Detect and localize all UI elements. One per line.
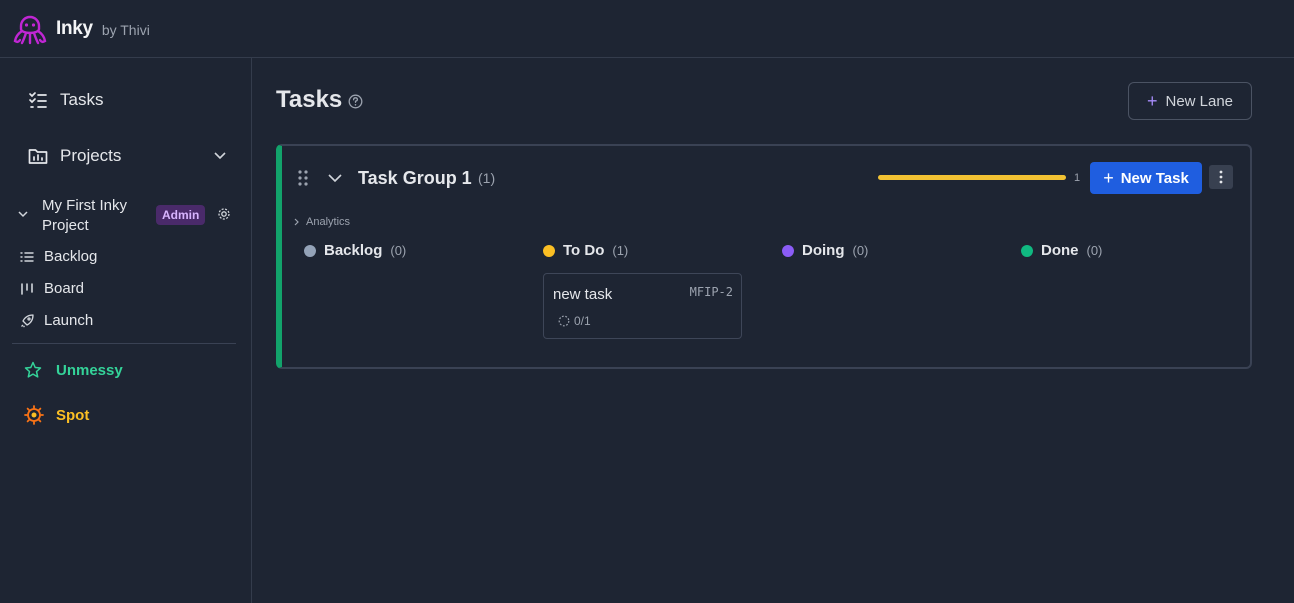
task-group-count: (1) xyxy=(478,170,496,186)
main-content: Tasks + New Lane Task Group 1 (1) 1 + Ne… xyxy=(252,58,1294,603)
task-group-progress-label: 1 xyxy=(1074,172,1081,184)
top-bar: Inky by Thivi xyxy=(0,0,1294,58)
app-author: by Thivi xyxy=(101,21,150,38)
column-header-todo: To Do (1) xyxy=(543,242,628,259)
column-header-done: Done (0) xyxy=(1021,242,1102,259)
task-group-title[interactable]: Task Group 1 xyxy=(358,168,472,189)
octopus-logo-icon[interactable] xyxy=(12,11,48,47)
column-header-doing: Doing (0) xyxy=(782,242,868,259)
chevron-right-icon xyxy=(294,218,299,226)
new-lane-button[interactable]: + New Lane xyxy=(1128,82,1252,120)
sidebar: Tasks Projects My First Inky Project Adm… xyxy=(0,58,252,603)
subtask-progress: 0/1 xyxy=(558,314,591,328)
new-task-button[interactable]: + New Task xyxy=(1090,162,1202,194)
page-title: Tasks xyxy=(276,86,363,114)
checklist-icon xyxy=(29,92,47,108)
status-dot xyxy=(304,244,316,257)
folder-chart-icon xyxy=(28,149,48,164)
column-header-backlog: Backlog (0) xyxy=(304,242,406,259)
sidebar-item-projects[interactable]: Projects xyxy=(28,146,228,166)
app-name[interactable]: Inky xyxy=(56,18,93,40)
project-name[interactable]: My First Inky Project xyxy=(42,196,127,236)
project-row[interactable]: My First Inky Project Admin xyxy=(16,196,236,236)
sidebar-item-board[interactable]: Board xyxy=(20,280,84,297)
sidebar-item-tasks[interactable]: Tasks xyxy=(28,90,103,110)
gear-icon[interactable] xyxy=(217,207,231,221)
task-group-header: Task Group 1 (1) 1 + New Task xyxy=(282,146,1250,208)
loading-circle-icon xyxy=(558,315,570,327)
plus-icon: + xyxy=(1146,90,1158,111)
sidebar-item-launch[interactable]: Launch xyxy=(20,312,93,329)
chevron-down-icon[interactable] xyxy=(328,174,342,183)
sidebar-item-label: Projects xyxy=(60,146,122,165)
list-icon xyxy=(20,251,34,262)
sidebar-app-unmessy[interactable]: Unmessy xyxy=(24,361,123,379)
task-group-progress-bar xyxy=(878,175,1066,180)
status-dot xyxy=(543,244,555,257)
help-icon[interactable] xyxy=(348,94,363,109)
star-icon xyxy=(24,361,42,378)
task-card-title: new task xyxy=(553,286,613,303)
analytics-toggle[interactable]: Analytics xyxy=(294,216,350,228)
admin-badge: Admin xyxy=(156,205,206,225)
board-icon xyxy=(21,282,33,295)
rocket-icon xyxy=(21,313,34,327)
task-card-id: MFIP-2 xyxy=(689,285,733,299)
sidebar-item-backlog[interactable]: Backlog xyxy=(20,248,97,265)
chevron-down-icon[interactable] xyxy=(18,211,28,218)
chevron-down-icon[interactable] xyxy=(214,152,226,160)
sidebar-item-label: Tasks xyxy=(60,90,104,109)
sidebar-app-spot[interactable]: Spot xyxy=(24,405,89,425)
kebab-menu-icon xyxy=(1219,170,1223,184)
more-options-button[interactable] xyxy=(1209,165,1233,189)
sun-target-icon xyxy=(24,405,44,425)
sidebar-divider xyxy=(12,343,236,344)
status-dot xyxy=(782,244,794,257)
drag-handle-icon[interactable] xyxy=(298,170,308,186)
status-dot xyxy=(1021,244,1033,257)
plus-icon: + xyxy=(1103,167,1114,188)
task-card[interactable]: new task MFIP-2 0/1 xyxy=(543,273,742,339)
task-group: Task Group 1 (1) 1 + New Task Analytics … xyxy=(276,144,1252,369)
